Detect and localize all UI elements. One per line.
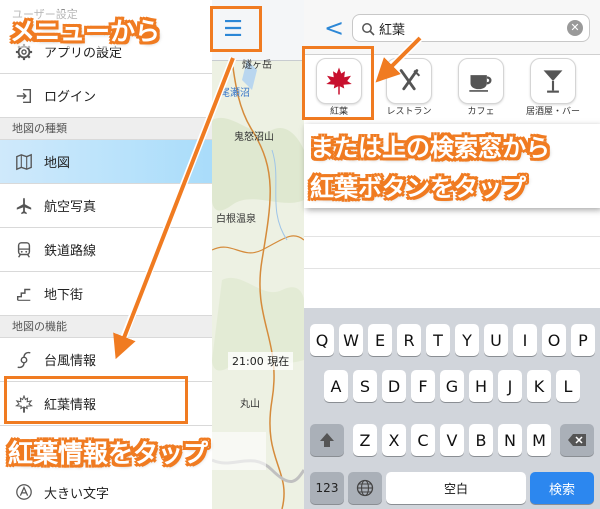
menu-item-label: 航空写真 bbox=[44, 200, 97, 215]
category-label: レストラン bbox=[386, 107, 432, 117]
key[interactable]: C bbox=[411, 424, 435, 456]
map-place-label: 鬼怒沼山 bbox=[234, 132, 274, 143]
key[interactable]: M bbox=[527, 424, 551, 456]
space-key[interactable]: 空白 bbox=[386, 472, 526, 504]
menu-item-underground[interactable]: 地下街 bbox=[0, 272, 212, 316]
key[interactable]: E bbox=[368, 324, 392, 356]
key[interactable]: N bbox=[498, 424, 522, 456]
key[interactable]: X bbox=[382, 424, 406, 456]
menu-item-label: 鉄道路線 bbox=[44, 244, 97, 259]
key[interactable]: O bbox=[542, 324, 566, 356]
category-label: 居酒屋・バー bbox=[525, 107, 580, 117]
numbers-key[interactable]: 123 bbox=[310, 472, 344, 504]
menu-item-login[interactable]: ログイン bbox=[0, 74, 212, 118]
menu-item-label: 地下街 bbox=[44, 288, 84, 303]
back-chevron-icon[interactable]: < bbox=[324, 14, 344, 42]
callout-search-box-line1: または上の検索窓から bbox=[310, 134, 550, 162]
map-place-label: 丸山 bbox=[240, 399, 260, 410]
highlight-menu-button bbox=[210, 6, 262, 52]
menu-item-label: 台風情報 bbox=[44, 354, 97, 369]
key[interactable]: U bbox=[484, 324, 508, 356]
category-button-cafe[interactable]: カフェ bbox=[446, 54, 516, 118]
highlight-koyo-menu-item bbox=[4, 376, 188, 424]
login-icon bbox=[12, 84, 36, 108]
shift-arrow-icon bbox=[320, 433, 334, 447]
globe-key[interactable] bbox=[348, 472, 382, 504]
stairs-icon bbox=[12, 282, 36, 306]
map-place-label: 燧ヶ岳 bbox=[242, 60, 272, 71]
callout-search-box-line2: 紅葉ボタンをタップ bbox=[310, 174, 526, 202]
key[interactable]: V bbox=[440, 424, 464, 456]
key[interactable]: S bbox=[353, 370, 377, 402]
search-submit-key[interactable]: 検索 bbox=[530, 472, 594, 504]
map-icon bbox=[12, 150, 36, 174]
key[interactable]: L bbox=[556, 370, 580, 402]
typhoon-icon bbox=[12, 348, 36, 372]
search-query-text: 紅葉 bbox=[379, 22, 406, 38]
callout-tap-koyo-info: 紅葉情報をタップ bbox=[8, 439, 209, 468]
software-keyboard: Q W E R T Y U I O P A S D F G H J K L Z … bbox=[304, 308, 600, 509]
key[interactable]: K bbox=[527, 370, 551, 402]
train-icon bbox=[12, 238, 36, 262]
key[interactable]: Y bbox=[455, 324, 479, 356]
category-button-restaurant[interactable]: レストラン bbox=[374, 54, 444, 118]
menu-item-map[interactable]: 地図 bbox=[0, 140, 212, 184]
airplane-icon bbox=[12, 194, 36, 218]
highlight-koyo-category bbox=[302, 46, 374, 120]
divider bbox=[304, 268, 600, 269]
text-size-icon bbox=[12, 480, 36, 504]
map-place-label: 尾瀬沼 bbox=[220, 88, 250, 99]
backspace-icon bbox=[568, 434, 586, 446]
key[interactable]: D bbox=[382, 370, 406, 402]
typhoon-time-label: 21:00 現在 bbox=[228, 352, 294, 370]
key[interactable]: G bbox=[440, 370, 464, 402]
category-button-bar[interactable]: 居酒屋・バー bbox=[518, 54, 588, 118]
menu-item-railway[interactable]: 鉄道路線 bbox=[0, 228, 212, 272]
key[interactable]: T bbox=[426, 324, 450, 356]
menu-item-large-text[interactable]: 大きい文字 bbox=[0, 470, 212, 509]
menu-section-map-functions: 地図の機能 bbox=[0, 316, 212, 338]
key[interactable]: F bbox=[411, 370, 435, 402]
key[interactable]: Q bbox=[310, 324, 334, 356]
key[interactable]: B bbox=[469, 424, 493, 456]
category-label: カフェ bbox=[467, 107, 495, 117]
key[interactable]: A bbox=[324, 370, 348, 402]
cocktail-icon bbox=[530, 58, 576, 104]
menu-section-map-type: 地図の種類 bbox=[0, 118, 212, 140]
coffee-cup-icon bbox=[458, 58, 504, 104]
key[interactable]: W bbox=[339, 324, 363, 356]
key[interactable]: P bbox=[571, 324, 595, 356]
search-icon bbox=[361, 21, 375, 36]
map-place-label: 白根温泉 bbox=[216, 214, 256, 225]
menu-item-label: ログイン bbox=[44, 90, 97, 105]
globe-icon bbox=[356, 479, 374, 497]
fork-knife-icon bbox=[386, 58, 432, 104]
menu-item-aerial[interactable]: 航空写真 bbox=[0, 184, 212, 228]
key[interactable]: J bbox=[498, 370, 522, 402]
key[interactable]: H bbox=[469, 370, 493, 402]
shift-key[interactable] bbox=[310, 424, 344, 456]
key[interactable]: R bbox=[397, 324, 421, 356]
key[interactable]: I bbox=[513, 324, 537, 356]
delete-key[interactable] bbox=[560, 424, 594, 456]
search-input[interactable]: 紅葉 ✕ bbox=[352, 14, 590, 42]
divider bbox=[304, 236, 600, 237]
menu-item-label: 地図 bbox=[44, 156, 71, 171]
callout-from-menu: メニューから bbox=[10, 17, 161, 46]
clear-icon[interactable]: ✕ bbox=[567, 20, 583, 36]
key[interactable]: Z bbox=[353, 424, 377, 456]
menu-item-label: 大きい文字 bbox=[44, 486, 110, 502]
